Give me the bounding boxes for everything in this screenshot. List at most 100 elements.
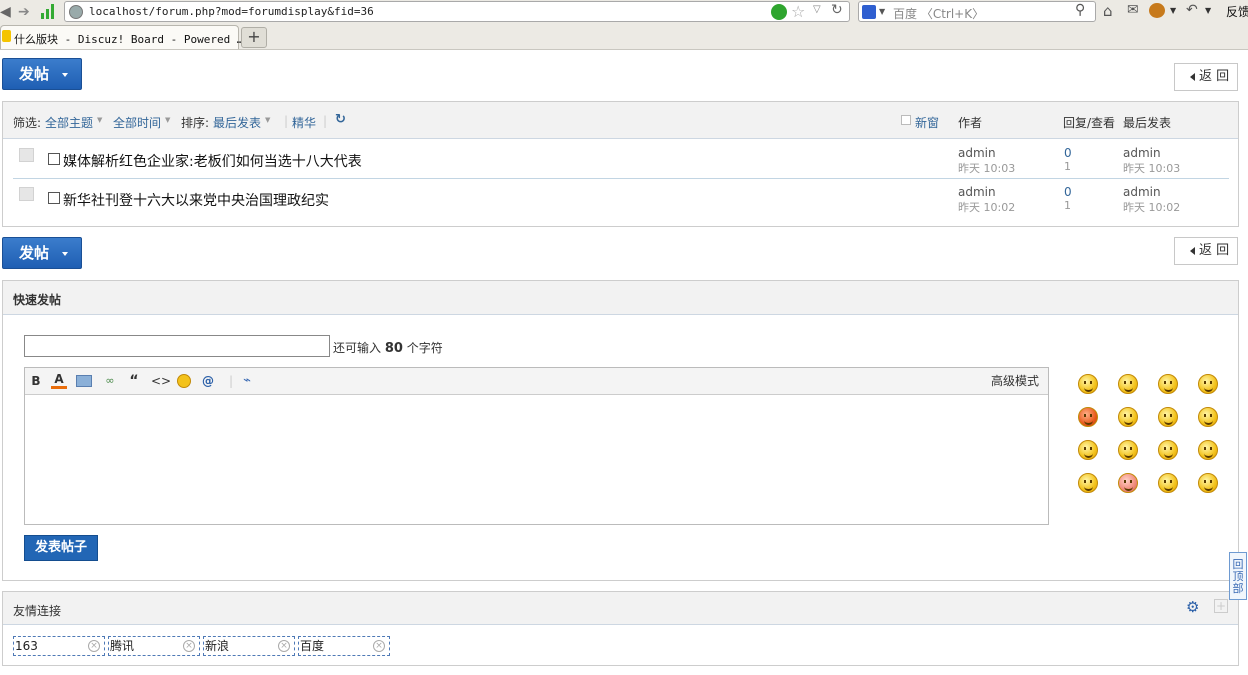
at-button[interactable]: @ <box>201 373 215 389</box>
filter-all-topics[interactable]: 全部主题 <box>45 114 93 131</box>
code-button[interactable]: <> <box>151 373 171 389</box>
smiley-icon[interactable] <box>1198 473 1218 493</box>
last-post-user[interactable]: admin <box>1123 146 1180 160</box>
author-name[interactable]: admin <box>958 185 1015 199</box>
mail-icon[interactable]: ✉ <box>1127 2 1139 18</box>
friend-link-label: 腾讯 <box>110 639 135 653</box>
browser-tab[interactable]: 什么版块 - Discuz! Board - Powered … <box>0 25 243 49</box>
forward-arrow-icon[interactable]: ➔ <box>18 4 30 20</box>
go-icon[interactable] <box>771 4 787 20</box>
chevron-down-icon[interactable]: ▼ <box>879 7 885 16</box>
gear-icon[interactable]: ⚙ <box>1186 598 1199 616</box>
smiley-icon[interactable] <box>1078 407 1098 427</box>
back-arrow-icon[interactable]: ◀ <box>0 4 11 20</box>
friend-links-header: 友情连接 ⚙ + <box>3 592 1238 625</box>
close-icon[interactable]: × <box>278 640 290 652</box>
font-color-button[interactable]: A <box>51 373 67 389</box>
close-icon[interactable]: × <box>183 640 195 652</box>
filter-digest[interactable]: 精华 <box>292 114 316 131</box>
author-name[interactable]: admin <box>958 146 1015 160</box>
post-button[interactable]: 发帖 <box>2 58 82 90</box>
sort-last-post[interactable]: 最后发表 <box>213 114 261 131</box>
back-button[interactable]: 返 回 <box>1174 63 1238 91</box>
star-icon[interactable]: ☆ <box>791 2 805 21</box>
globe-icon <box>69 5 83 19</box>
post-button[interactable]: 发帖 <box>2 237 82 269</box>
submit-post-button[interactable]: 发表帖子 <box>24 535 98 561</box>
last-post-time[interactable]: 昨天 10:03 <box>1123 160 1180 176</box>
search-icon[interactable]: ⚲ <box>1075 2 1085 18</box>
subject-input[interactable] <box>24 335 330 357</box>
thread-stats: 0 1 <box>1064 185 1072 212</box>
last-post-user[interactable]: admin <box>1123 185 1180 199</box>
filter-all-time[interactable]: 全部时间 <box>113 114 161 131</box>
feedback-link[interactable]: 反馈 <box>1226 3 1248 20</box>
smiley-icon[interactable] <box>1118 440 1138 460</box>
quick-post-title: 快速发帖 <box>13 293 62 307</box>
browser-chrome: ◀ ➔ localhost/forum.php?mod=forumdisplay… <box>0 0 1248 50</box>
reply-count[interactable]: 0 <box>1064 185 1072 199</box>
close-icon[interactable]: × <box>88 640 100 652</box>
quote-button[interactable]: “ <box>127 373 141 389</box>
reload-icon[interactable]: ↻ <box>831 2 843 18</box>
new-window-checkbox[interactable] <box>901 115 911 125</box>
reply-count[interactable]: 0 <box>1064 146 1072 160</box>
thread-checkbox[interactable] <box>48 192 60 204</box>
image-icon[interactable] <box>76 375 92 387</box>
url-bar[interactable]: localhost/forum.php?mod=forumdisplay&fid… <box>64 1 850 22</box>
friend-link-item[interactable]: 腾讯 × <box>108 636 200 656</box>
last-post-time[interactable]: 昨天 10:02 <box>1123 199 1180 215</box>
smiley-icon[interactable] <box>1118 374 1138 394</box>
chevron-down-icon[interactable]: ▼ <box>1170 6 1176 15</box>
thread-author: admin 昨天 10:03 <box>958 146 1015 176</box>
smiley-icon[interactable] <box>1118 407 1138 427</box>
chevron-down-icon[interactable]: ▼ <box>1205 6 1211 15</box>
new-window-label[interactable]: 新窗 <box>915 114 939 131</box>
thread-checkbox[interactable] <box>48 153 60 165</box>
smiley-icon[interactable] <box>1158 374 1178 394</box>
smiley-icon[interactable] <box>1158 473 1178 493</box>
folder-icon[interactable] <box>19 187 34 201</box>
friend-link-item[interactable]: 百度 × <box>298 636 390 656</box>
link-icon[interactable]: ∞ <box>102 373 118 389</box>
folder-icon[interactable] <box>19 148 34 162</box>
smiley-icon[interactable] <box>1078 440 1098 460</box>
signal-icon <box>40 3 56 19</box>
thread-last-post: admin 昨天 10:02 <box>1123 185 1180 215</box>
new-tab-button[interactable]: + <box>241 27 267 48</box>
refresh-icon[interactable]: ↻ <box>335 112 346 127</box>
caret-down-icon <box>62 252 68 256</box>
caret-down-icon <box>62 73 68 77</box>
smiley-icon[interactable] <box>1198 407 1218 427</box>
post-content-textarea[interactable] <box>25 395 1048 524</box>
arrow-left-icon <box>1190 73 1195 81</box>
dropdown-icon[interactable]: ▽ <box>813 4 821 15</box>
friend-link-item[interactable]: 新浪 × <box>203 636 295 656</box>
smiley-icon[interactable] <box>1158 407 1178 427</box>
plus-icon[interactable]: + <box>1214 599 1228 613</box>
monkey-icon[interactable] <box>1149 3 1165 18</box>
attachment-icon[interactable]: ⌁ <box>239 373 255 389</box>
home-icon[interactable]: ⌂ <box>1103 2 1113 20</box>
smiley-icon[interactable] <box>1198 440 1218 460</box>
smiley-icon[interactable] <box>1078 473 1098 493</box>
history-icon[interactable]: ↶ <box>1186 2 1198 18</box>
bold-button[interactable]: B <box>29 373 43 389</box>
sort-label: 排序: <box>181 116 210 130</box>
editor-toolbar: B A ∞ “ <> @ | ⌁ 高级模式 <box>25 368 1048 395</box>
back-to-top-button[interactable]: 回顶部 <box>1229 552 1247 600</box>
thread-title[interactable]: 新华社刊登十六大以来党中央治国理政纪实 <box>63 190 329 210</box>
smiley-icon[interactable] <box>1078 374 1098 394</box>
close-icon[interactable]: × <box>373 640 385 652</box>
filter-label: 筛选: <box>13 116 42 130</box>
smiley-icon[interactable] <box>1158 440 1178 460</box>
advanced-mode-link[interactable]: 高级模式 <box>987 373 1039 389</box>
smiley-icon[interactable] <box>1198 374 1218 394</box>
back-button[interactable]: 返 回 <box>1174 237 1238 265</box>
char-counter: 还可输入 80 个字符 <box>333 339 443 356</box>
search-bar[interactable]: ▼ 百度 〈Ctrl+K〉 ⚲ <box>858 1 1096 22</box>
friend-link-item[interactable]: 163 × <box>13 636 105 656</box>
thread-title[interactable]: 媒体解析红色企业家:老板们如何当选十八大代表 <box>63 151 362 171</box>
smiley-icon[interactable] <box>1118 473 1138 493</box>
smiley-icon[interactable] <box>177 374 191 388</box>
